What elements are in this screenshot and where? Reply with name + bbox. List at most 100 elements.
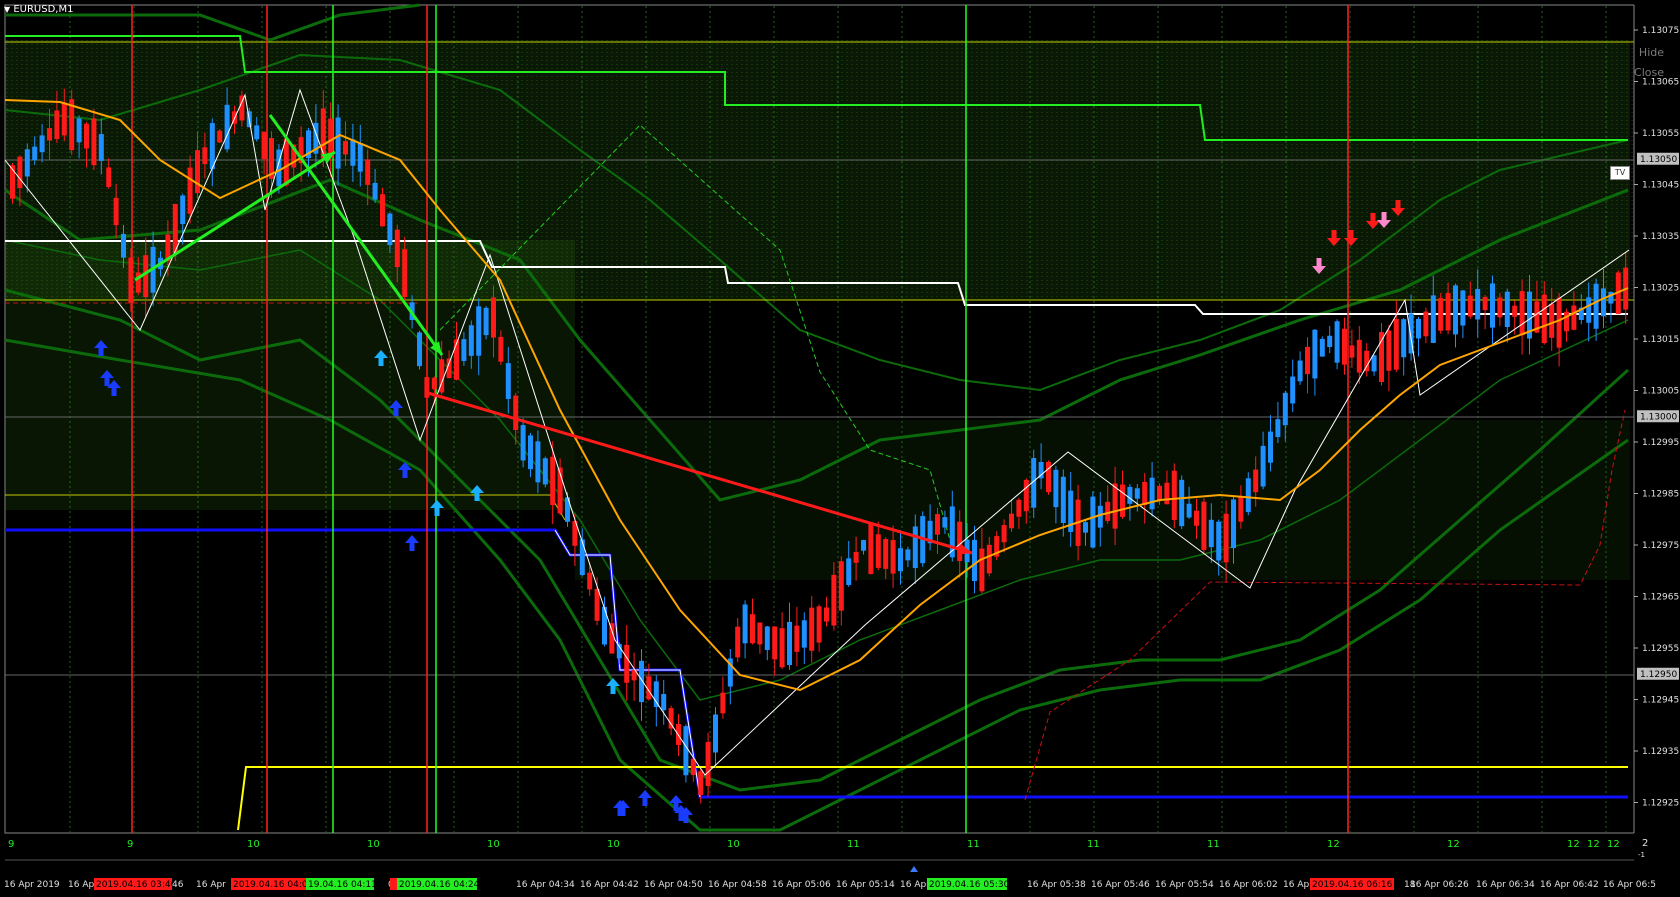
- candle-body: [1060, 476, 1066, 524]
- candle-body: [39, 135, 45, 153]
- candle-body: [91, 118, 97, 166]
- time-label: 16 Apr 05:38: [1027, 880, 1086, 890]
- candle-body: [1541, 294, 1547, 344]
- candle-body: [772, 626, 778, 660]
- candle-body: [24, 149, 30, 177]
- candle-body: [365, 159, 371, 185]
- candle-body: [380, 194, 385, 227]
- candle-body: [1290, 376, 1296, 404]
- candle-body: [17, 156, 23, 188]
- candle-body: [1157, 485, 1162, 502]
- candle-body: [742, 604, 748, 644]
- time-label: 16 Apr 06:34: [1476, 880, 1535, 890]
- candle-body: [461, 339, 467, 361]
- candle-body: [1319, 338, 1325, 357]
- mixed-badge-text: 46: [172, 880, 184, 890]
- candle-body: [1371, 355, 1377, 372]
- candle-body: [1438, 298, 1444, 331]
- candle-body: [483, 307, 489, 336]
- price-tick-label: 1.13015: [1642, 335, 1679, 345]
- candle-body: [202, 147, 208, 164]
- period-label: 12: [1587, 839, 1600, 850]
- candle-body: [1223, 513, 1229, 563]
- candle-body: [764, 626, 770, 650]
- time-cursor-icon: [910, 866, 918, 872]
- candle-body: [1171, 470, 1177, 520]
- candle-body: [1475, 288, 1481, 320]
- period-label: 11: [1207, 839, 1220, 850]
- candle-body: [846, 558, 852, 585]
- candle-body: [431, 377, 437, 390]
- red-time-badge-text: 2019.04.16 03:46: [96, 880, 177, 890]
- time-axis: 16 Apr 201916 Ap16 Apr16 Apr004:2616 Apr…: [4, 866, 1656, 890]
- period-label: 12: [1447, 839, 1460, 850]
- price-tick-label: 1.12975: [1642, 541, 1679, 551]
- candle-body: [1430, 295, 1436, 343]
- candle-body: [1445, 293, 1451, 331]
- candle-body: [32, 146, 38, 161]
- candle-body: [1586, 297, 1592, 323]
- period-label: 11: [1087, 839, 1100, 850]
- price-highlight-label: 1.13050: [1640, 155, 1677, 165]
- candle-body: [816, 606, 822, 643]
- green-time-badge-text: 2019.04.16 05:30: [929, 880, 1010, 890]
- candle-body: [1453, 285, 1458, 335]
- price-tick-label: 1.13055: [1642, 129, 1679, 139]
- candle-body: [890, 540, 896, 574]
- period-label: 12: [1567, 839, 1580, 850]
- candle-body: [698, 771, 704, 796]
- candle-body: [283, 138, 289, 186]
- time-label: 16 Apr 05:46: [1091, 880, 1150, 890]
- hide-button[interactable]: Hide: [1639, 46, 1664, 59]
- candle-body: [128, 257, 134, 303]
- time-label: 16 Apr 04:50: [644, 880, 703, 890]
- candle-body: [1593, 283, 1599, 329]
- candle-body: [1512, 305, 1518, 317]
- candle-body: [1379, 332, 1384, 382]
- candle-body: [1349, 345, 1355, 358]
- candle-body: [1401, 319, 1407, 358]
- price-tick-label: 1.12945: [1642, 696, 1679, 706]
- candle-body: [1083, 522, 1088, 533]
- red-mini-badge: [390, 878, 397, 890]
- candle-body: [1201, 501, 1207, 550]
- period-label: 12: [1607, 839, 1620, 850]
- price-highlight-label: 1.13000: [1640, 412, 1677, 422]
- candle-body: [875, 534, 881, 568]
- symbol-title[interactable]: ▼ EURUSD,M1: [4, 4, 73, 15]
- candle-body: [1134, 488, 1140, 499]
- period-row: 9 9 10 10 10 10 10 11 11 11 11 12 12 12 12 12 2 -1: [5, 838, 1648, 861]
- candle-body: [513, 395, 519, 431]
- candle-body: [861, 540, 866, 551]
- time-label: 16 Apr 06:42: [1540, 880, 1599, 890]
- red-time-badge-text: 2019.04.16 04:03: [233, 880, 313, 890]
- tv-button[interactable]: TV: [1610, 166, 1630, 180]
- candle-body: [402, 249, 408, 297]
- candle-body: [1120, 484, 1125, 517]
- candle-body: [957, 521, 963, 562]
- candle-body: [1216, 521, 1222, 561]
- candle-body: [898, 548, 903, 572]
- candle-body: [1467, 295, 1473, 317]
- time-label: 16 Apr 05:54: [1155, 880, 1214, 890]
- candle-body: [1275, 419, 1281, 438]
- close-button[interactable]: Close: [1634, 66, 1664, 79]
- candle-body: [979, 548, 985, 592]
- candle-body: [705, 741, 711, 786]
- candle-body: [121, 233, 126, 258]
- candle-body: [350, 139, 356, 166]
- candle-body: [750, 614, 755, 644]
- time-label: 16 Apr 04:34: [516, 880, 575, 890]
- price-chart[interactable]: 1.13075 1.13065 1.13055 1.13045 1.13035 1.130…: [0, 0, 1680, 897]
- price-tick-label: 1.12935: [1642, 747, 1679, 757]
- candle-body: [1053, 469, 1059, 508]
- dropdown-triangle-icon[interactable]: ▼: [4, 5, 10, 14]
- candle-body: [1231, 499, 1236, 549]
- candle-body: [713, 714, 718, 753]
- time-label: 16 Apr: [900, 880, 930, 890]
- candle-body: [1416, 318, 1421, 339]
- candle-body: [1260, 445, 1266, 487]
- candle-body: [394, 229, 400, 268]
- candle-body: [935, 514, 940, 535]
- candle-body: [505, 363, 511, 399]
